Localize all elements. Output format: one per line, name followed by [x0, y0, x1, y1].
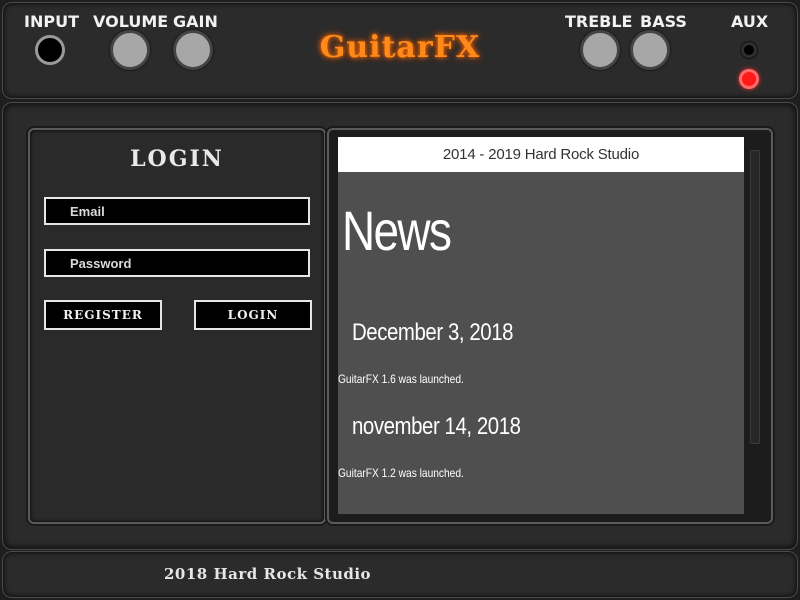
email-field[interactable] [44, 197, 310, 225]
brand-logo: GuitarFX [319, 30, 481, 65]
news-item-date: December 3, 2018 [352, 319, 514, 346]
news-item-text: GuitarFX 1.2 was launched. [338, 466, 464, 480]
login-panel: LOGIN REGISTER LOGIN [28, 128, 326, 524]
news-scrollbar[interactable] [750, 150, 760, 444]
login-button[interactable]: LOGIN [194, 300, 312, 330]
power-led-icon [739, 69, 759, 89]
gain-knob[interactable] [173, 30, 213, 70]
news-header: 2014 - 2019 Hard Rock Studio [338, 137, 744, 172]
login-title: LOGIN [130, 146, 224, 172]
input-label: INPUT [24, 12, 79, 31]
volume-label: VOLUME [93, 12, 169, 31]
register-button[interactable]: REGISTER [44, 300, 162, 330]
treble-knob[interactable] [580, 30, 620, 70]
news-content[interactable]: 2014 - 2019 Hard Rock Studio News Decemb… [338, 137, 744, 514]
password-field[interactable] [44, 249, 310, 277]
aux-jack-icon [741, 42, 757, 58]
news-item-date: november 14, 2018 [352, 413, 521, 440]
input-jack-icon [35, 35, 65, 65]
aux-label: AUX [731, 12, 769, 31]
bass-knob[interactable] [630, 30, 670, 70]
bass-label: BASS [640, 12, 687, 31]
footer [2, 551, 798, 598]
treble-label: TREBLE [565, 12, 633, 31]
volume-knob[interactable] [110, 30, 150, 70]
news-title: News [342, 199, 452, 262]
news-item-text: GuitarFX 1.6 was launched. [338, 372, 464, 386]
footer-copyright: 2018 Hard Rock Studio [164, 565, 372, 583]
gain-label: GAIN [173, 12, 218, 31]
